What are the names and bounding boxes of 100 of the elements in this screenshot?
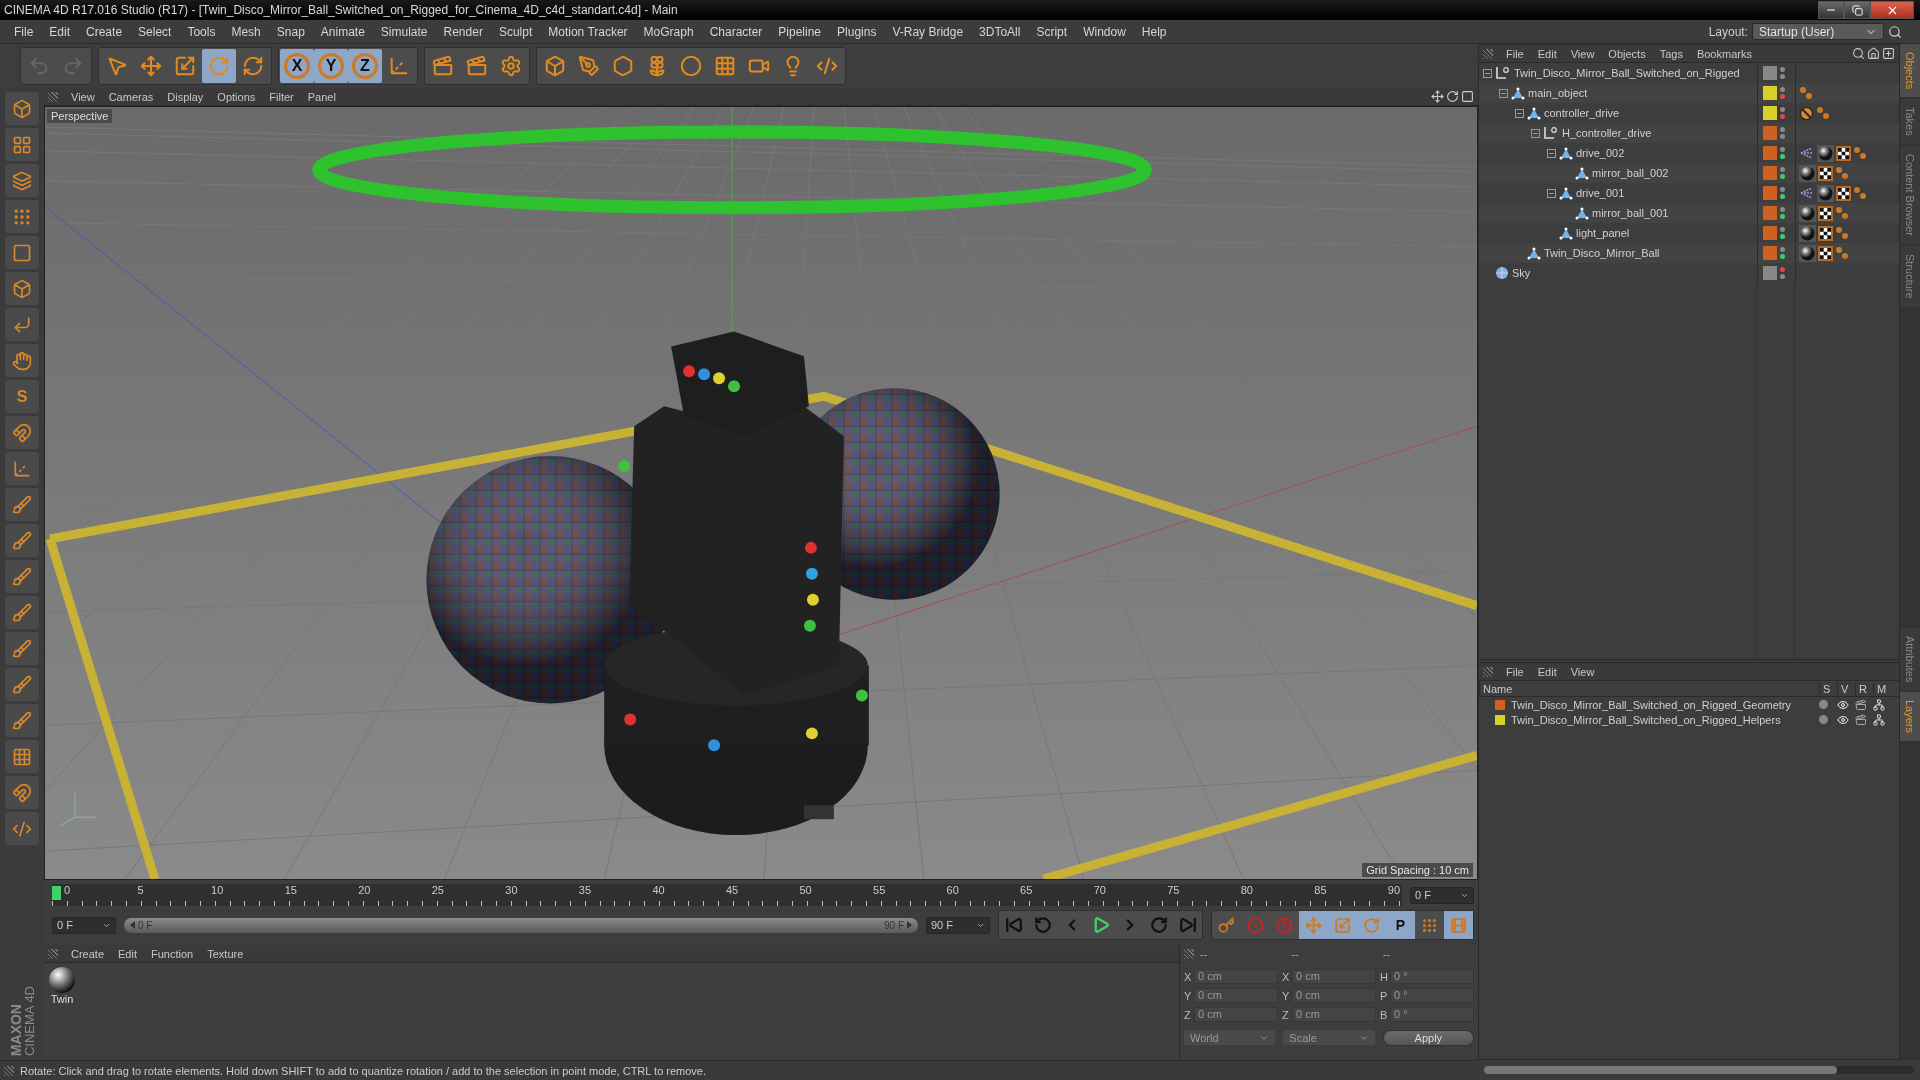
dots-tag-icon[interactable] xyxy=(1835,206,1849,220)
editor-visibility-dot[interactable] xyxy=(1780,247,1785,252)
menu-item[interactable]: Tags xyxy=(1652,47,1690,60)
search-icon[interactable] xyxy=(1888,24,1902,39)
menu-item[interactable]: Edit xyxy=(41,24,79,39)
menu-item[interactable]: Bookmarks xyxy=(1689,47,1759,60)
coordinate-field[interactable]: 0 cm xyxy=(1292,988,1376,1003)
brush-tool-button[interactable] xyxy=(5,524,39,557)
menu-item[interactable]: V-Ray Bridge xyxy=(884,24,972,39)
object-name[interactable]: Twin_Disco_Mirror_Ball_Switched_on_Rigged xyxy=(1514,67,1740,79)
menu-item[interactable]: Texture xyxy=(200,947,251,960)
menu-item[interactable]: Character xyxy=(701,24,771,39)
editor-visibility-dot[interactable] xyxy=(1780,187,1785,192)
tiles-tool-button[interactable] xyxy=(5,128,39,161)
hierarchy-icon[interactable] xyxy=(1873,698,1885,711)
start-frame-field[interactable]: 0 F xyxy=(52,916,116,934)
checker-tag-icon[interactable] xyxy=(1818,205,1833,221)
editor-visibility-dot[interactable] xyxy=(1780,147,1785,152)
material-tag-icon[interactable] xyxy=(1817,144,1834,162)
grip-icon[interactable] xyxy=(4,1065,14,1076)
render-visibility-dot[interactable] xyxy=(1780,134,1785,139)
grip-icon[interactable] xyxy=(1184,949,1194,959)
menu-item[interactable]: Create xyxy=(64,947,112,960)
object-name[interactable]: controller_drive xyxy=(1544,107,1620,119)
menu-item[interactable]: Display xyxy=(160,90,211,103)
menu-item[interactable]: Panel xyxy=(300,90,343,103)
editor-visibility-dot[interactable] xyxy=(1780,107,1785,112)
collapse-toggle[interactable] xyxy=(1483,68,1492,78)
menu-item[interactable]: Tools xyxy=(179,24,224,39)
menu-item[interactable]: Select xyxy=(130,24,180,39)
menu-item[interactable]: View xyxy=(1563,47,1602,60)
menu-item[interactable]: Edit xyxy=(1530,665,1564,678)
menu-item[interactable]: File xyxy=(1499,665,1531,678)
checker-tag-icon[interactable] xyxy=(1836,185,1851,201)
checker-tag-icon[interactable] xyxy=(1818,225,1833,241)
column-header[interactable]: S xyxy=(1819,682,1837,695)
solo-dot[interactable] xyxy=(1819,715,1828,724)
collapse-toggle[interactable] xyxy=(1531,128,1540,138)
object-name[interactable]: Twin_Disco_Mirror_Ball xyxy=(1544,247,1660,259)
render-visibility-dot[interactable] xyxy=(1780,194,1785,199)
menu-item[interactable]: Cameras xyxy=(101,90,161,103)
object-name[interactable]: Sky xyxy=(1512,267,1531,279)
layer-swatch[interactable] xyxy=(1763,246,1777,260)
brush-tool-button[interactable] xyxy=(5,632,39,665)
column-header[interactable]: Name xyxy=(1479,682,1819,695)
cube-tool-button[interactable] xyxy=(5,92,39,125)
brush-tool-button[interactable] xyxy=(5,668,39,701)
object-name[interactable]: drive_002 xyxy=(1576,147,1625,159)
object-row[interactable]: Twin_Disco_Mirror_Ball xyxy=(1479,243,1899,263)
object-name[interactable]: main_object xyxy=(1528,87,1588,99)
layer-swatch[interactable] xyxy=(1763,106,1777,120)
brush-tool-button[interactable] xyxy=(5,596,39,629)
object-name[interactable]: H_controller_drive xyxy=(1562,127,1652,139)
rotate-icon[interactable] xyxy=(1446,90,1459,103)
menu-item[interactable]: View xyxy=(1563,665,1602,678)
object-name[interactable]: mirror_ball_001 xyxy=(1592,207,1669,219)
menu-item[interactable]: Snap xyxy=(268,24,313,39)
menu-item[interactable]: Window xyxy=(1075,24,1134,39)
brush-tool-button[interactable] xyxy=(5,560,39,593)
eye-icon[interactable] xyxy=(1837,698,1849,711)
layer-swatch[interactable] xyxy=(1763,86,1777,100)
render-visibility-dot[interactable] xyxy=(1780,274,1785,279)
coordinate-field[interactable]: 0 cm xyxy=(1194,988,1278,1003)
column-header[interactable]: V xyxy=(1837,682,1855,695)
object-row[interactable]: main_object xyxy=(1479,83,1899,103)
checker-tag-icon[interactable] xyxy=(1818,165,1833,181)
dots-tag-icon[interactable] xyxy=(1835,246,1849,260)
layer-swatch[interactable] xyxy=(1763,206,1777,220)
clapperboard-icon[interactable] xyxy=(1855,698,1867,711)
layer-swatch[interactable] xyxy=(1763,126,1777,140)
editor-visibility-dot[interactable] xyxy=(1780,127,1785,132)
editor-visibility-dot[interactable] xyxy=(1780,167,1785,172)
layer-swatch[interactable] xyxy=(1763,226,1777,240)
render-visibility-dot[interactable] xyxy=(1780,254,1785,259)
coordinate-field[interactable]: 0 ° xyxy=(1390,1007,1474,1022)
menu-item[interactable]: Render xyxy=(435,24,491,39)
render-visibility-dot[interactable] xyxy=(1780,234,1785,239)
object-name[interactable]: mirror_ball_002 xyxy=(1592,167,1669,179)
end-frame-field[interactable]: 90 F xyxy=(926,916,990,934)
menu-item[interactable]: Options xyxy=(210,90,263,103)
menu-item[interactable]: Plugins xyxy=(829,24,885,39)
editor-visibility-dot[interactable] xyxy=(1780,207,1785,212)
branch-tag-icon[interactable] xyxy=(1799,145,1815,161)
coordinate-field[interactable]: 0 cm xyxy=(1194,1007,1278,1022)
material-tag-icon[interactable] xyxy=(1799,204,1816,222)
angle-tool-button[interactable] xyxy=(5,308,39,341)
eye-icon[interactable] xyxy=(1837,713,1849,726)
menu-item[interactable]: Motion Tracker xyxy=(540,24,636,39)
prohibited-tag-icon[interactable] xyxy=(1799,105,1814,121)
material-tag-icon[interactable] xyxy=(1799,244,1816,262)
grip-icon[interactable] xyxy=(1483,666,1493,677)
material-swatch[interactable] xyxy=(49,967,75,993)
parameter-key-button[interactable]: P xyxy=(1386,911,1415,939)
editor-visibility-dot[interactable] xyxy=(1780,227,1785,232)
menu-item[interactable]: View xyxy=(64,90,102,103)
menu-item[interactable]: Edit xyxy=(1530,47,1564,60)
new-window-icon[interactable] xyxy=(1882,47,1895,60)
code-tool-button[interactable] xyxy=(5,812,39,845)
collapse-toggle[interactable] xyxy=(1515,108,1524,118)
checker-tag-icon[interactable] xyxy=(1836,145,1851,161)
